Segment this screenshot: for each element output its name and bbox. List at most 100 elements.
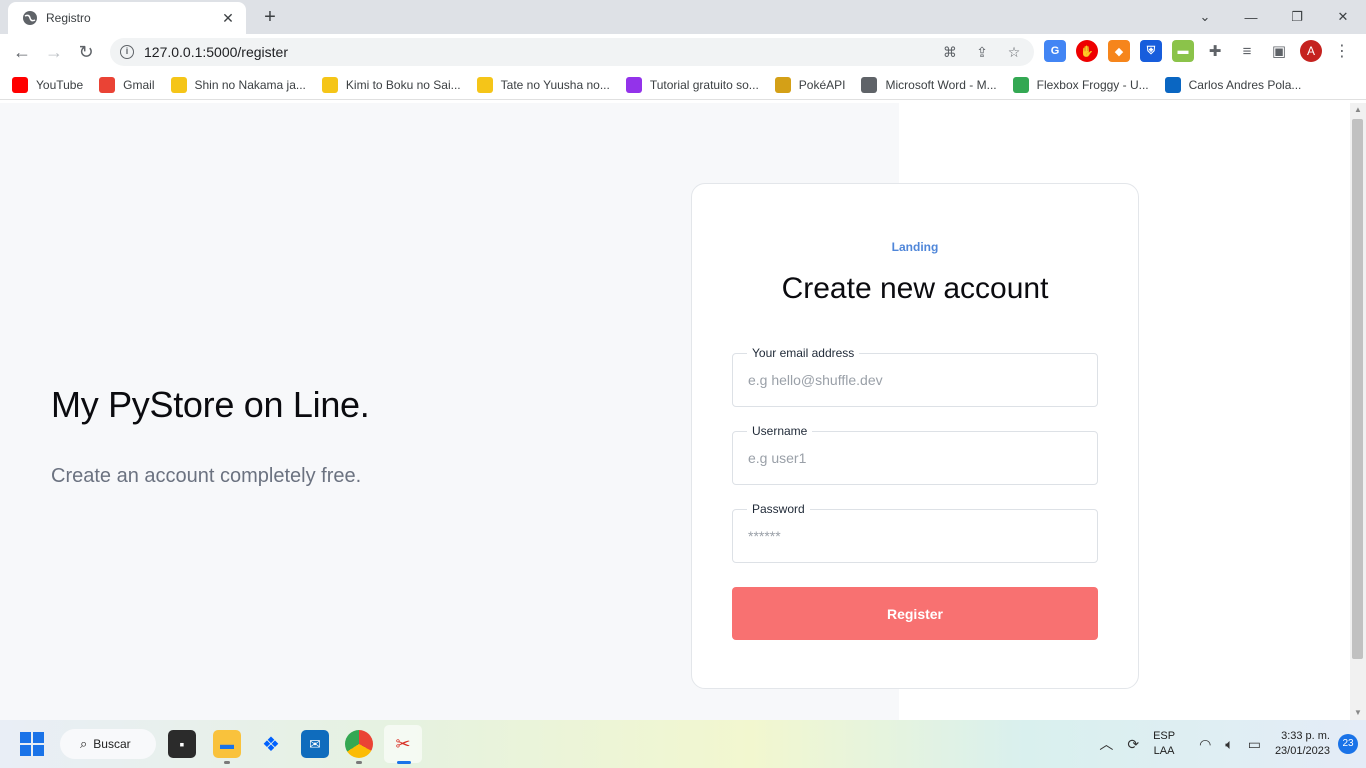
bitwarden-extension-icon[interactable]: ⛨ (1140, 40, 1162, 62)
bookmark-item[interactable]: Tutorial gratuito so... (625, 76, 759, 93)
file-explorer-icon[interactable]: ▬ (213, 730, 241, 758)
taskbar-search-label: Buscar (93, 737, 131, 751)
tutorial-icon (625, 76, 642, 93)
search-icon: ⌕ (80, 736, 88, 751)
metamask-extension-icon[interactable]: ◆ (1108, 40, 1130, 62)
pokeapi-icon (774, 76, 791, 93)
extensions-bar: G ✋ ◆ ⛨ ▬ ✚ ≡ ▣ A ⋮ (1044, 40, 1350, 62)
lang-layout: LAA (1153, 745, 1175, 757)
running-indicator (224, 761, 230, 764)
tab-title: Registro (46, 11, 91, 25)
minimize-button[interactable]: — (1228, 10, 1274, 25)
bookmark-item[interactable]: Tate no Yuusha no... (476, 76, 610, 93)
active-indicator (397, 761, 411, 764)
clock-date: 23/01/2023 (1274, 745, 1330, 757)
volume-icon[interactable]: 🔈︎ (1225, 736, 1233, 753)
reload-button[interactable]: ↻ (74, 40, 98, 64)
mail-icon[interactable]: ✉ (301, 730, 329, 758)
bookmark-item[interactable]: Gmail (99, 76, 155, 93)
windows-taskbar: ⌕ Buscar ▪ ▬ ❖ ✉ ✂ ︿ ⟳ ESP LAA ◠ 🔈︎ ▭ 3:… (0, 720, 1366, 768)
bookmark-label: PokéAPI (798, 77, 846, 92)
frog-icon (1012, 76, 1029, 93)
bookmark-item[interactable]: Microsoft Word - M... (861, 76, 997, 93)
bookmark-item[interactable]: Carlos Andres Pola... (1164, 76, 1302, 93)
system-tray: ︿ ⟳ ESP LAA ◠ 🔈︎ ▭ 3:33 p. m. 23/01/2023… (1099, 720, 1366, 768)
bookmark-label: Tate no Yuusha no... (500, 77, 610, 92)
tab-search-icon[interactable]: ⌄ (1182, 9, 1228, 25)
task-view-icon[interactable]: ▪ (168, 730, 196, 758)
menu-kebab-icon[interactable]: ⋮ (1334, 41, 1350, 61)
scroll-up-icon[interactable]: ▲ (1350, 103, 1366, 117)
username-field[interactable] (733, 432, 1097, 484)
extension-icon[interactable]: ▬ (1172, 40, 1194, 62)
landing-link[interactable]: Landing (692, 240, 1138, 254)
taskbar-search[interactable]: ⌕ Buscar (60, 729, 156, 759)
bookmark-label: Gmail (123, 77, 155, 92)
bookmark-item[interactable]: Shin no Nakama ja... (170, 76, 306, 93)
window-controls: ⌄ — ❐ ✕ (1182, 0, 1366, 34)
browser-toolbar: ← → ↻ i 127.0.0.1:5000/register ⌘ ⇪ ☆ G … (0, 34, 1366, 70)
running-indicator (356, 761, 362, 764)
scrollbar-thumb[interactable] (1352, 119, 1363, 659)
linkedin-icon (1164, 76, 1181, 93)
bookmark-item[interactable]: YouTube (12, 76, 83, 93)
register-button[interactable]: Register (732, 587, 1098, 640)
bookmark-star-icon[interactable]: ☆ (1004, 42, 1024, 62)
gmail-icon (99, 76, 116, 93)
lang-code: ESP (1153, 730, 1176, 742)
register-card: Landing Create new account Your email ad… (691, 183, 1139, 689)
page-scrollbar[interactable]: ▲ ▼ (1350, 103, 1366, 720)
battery-icon[interactable]: ▭ (1248, 736, 1261, 753)
chevron-up-icon[interactable]: ︿ (1099, 734, 1113, 754)
google-translate-extension-icon[interactable]: G (1044, 40, 1066, 62)
sync-icon[interactable]: ⟳ (1127, 736, 1139, 753)
start-button[interactable] (20, 732, 44, 756)
notification-badge[interactable]: 23 (1338, 734, 1358, 754)
bookmark-label: Carlos Andres Pola... (1188, 77, 1302, 92)
bookmark-star-icon (170, 76, 187, 93)
extensions-puzzle-icon[interactable]: ✚ (1204, 40, 1226, 62)
bookmark-item[interactable]: Kimi to Boku no Sai... (321, 76, 461, 93)
new-tab-button[interactable]: + (258, 6, 282, 30)
email-field-group: Your email address (732, 346, 1098, 407)
tab-strip: Registro ✕ + ⌄ — ❐ ✕ (0, 0, 1366, 34)
scroll-down-icon[interactable]: ▼ (1350, 706, 1366, 720)
youtube-icon (12, 76, 28, 93)
restore-button[interactable]: ❐ (1274, 9, 1320, 25)
back-button[interactable]: ← (10, 40, 34, 64)
bookmark-star-icon (321, 76, 338, 93)
globe-icon (23, 11, 37, 25)
wifi-icon[interactable]: ◠ (1199, 736, 1211, 753)
input-language[interactable]: ESP LAA (1153, 729, 1175, 759)
forward-button[interactable]: → (42, 40, 66, 64)
clock[interactable]: 3:33 p. m. 23/01/2023 (1275, 729, 1330, 759)
bookmark-label: Microsoft Word - M... (885, 77, 997, 92)
bookmark-item[interactable]: Flexbox Froggy - U... (1012, 76, 1149, 93)
address-bar[interactable]: i 127.0.0.1:5000/register ⌘ ⇪ ☆ (110, 38, 1034, 66)
hero-title: My PyStore on Line. (51, 384, 370, 425)
bookmark-label: Shin no Nakama ja... (194, 77, 306, 92)
clock-time: 3:33 p. m. (1281, 730, 1330, 742)
bookmark-label: Flexbox Froggy - U... (1036, 77, 1149, 92)
card-title: Create new account (781, 272, 1049, 305)
bookmark-label: Tutorial gratuito so... (649, 77, 759, 92)
url-text[interactable]: 127.0.0.1:5000/register (144, 44, 928, 60)
bookmark-item[interactable]: PokéAPI (774, 76, 846, 93)
bookmarks-bar: YouTube Gmail Shin no Nakama ja... Kimi to … (0, 70, 1366, 100)
email-field[interactable] (733, 354, 1097, 406)
adblock-extension-icon[interactable]: ✋ (1076, 40, 1098, 62)
site-info-icon[interactable]: i (120, 45, 134, 59)
dropbox-icon[interactable]: ❖ (257, 730, 285, 758)
snipping-tool-icon[interactable]: ✂ (389, 730, 417, 758)
tab-registro[interactable]: Registro ✕ (8, 2, 246, 34)
profile-avatar[interactable]: A (1300, 40, 1322, 62)
media-controls-icon[interactable]: ≡ (1236, 40, 1258, 62)
password-field[interactable] (733, 510, 1097, 562)
chrome-icon[interactable] (345, 730, 373, 758)
side-panel-icon[interactable]: ▣ (1268, 40, 1290, 62)
share-icon[interactable]: ⇪ (972, 42, 992, 62)
close-window-button[interactable]: ✕ (1320, 9, 1366, 25)
close-tab-icon[interactable]: ✕ (220, 10, 236, 27)
translate-icon[interactable]: ⌘ (940, 42, 960, 62)
bookmark-label: Kimi to Boku no Sai... (345, 77, 461, 92)
